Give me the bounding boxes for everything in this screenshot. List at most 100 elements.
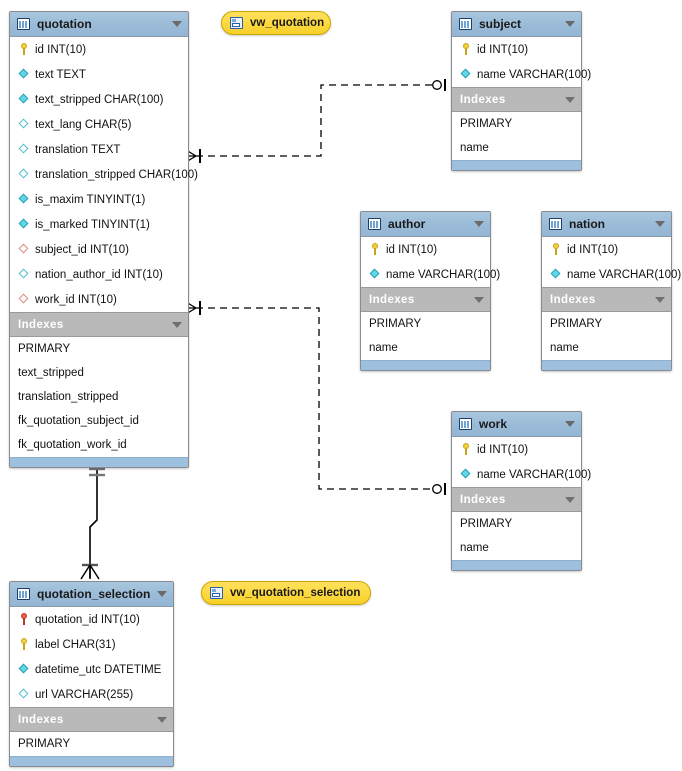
column-row[interactable]: name VARCHAR(100) [361,262,500,287]
chevron-down-icon[interactable] [172,21,182,27]
index-row[interactable]: name [452,536,581,560]
column-notnull-icon [550,268,563,281]
indexes-header-author[interactable]: Indexes [361,287,490,312]
column-row[interactable]: id INT(10) [542,237,671,262]
index-row[interactable]: name [361,336,490,360]
column-row[interactable]: text_lang CHAR(5) [10,112,188,137]
column-row[interactable]: work_id INT(10) [10,287,188,312]
column-null-icon [18,143,31,156]
table-footer [10,457,188,467]
index-row[interactable]: PRIMARY [10,337,188,361]
column-notnull-icon [460,68,473,81]
index-row[interactable]: PRIMARY [452,112,581,136]
column-row[interactable]: datetime_utc DATETIME [10,657,173,682]
chevron-down-icon[interactable] [172,321,182,328]
column-row[interactable]: id INT(10) [361,237,490,262]
primary-key-icon [460,443,473,456]
table-header-quotation[interactable]: quotation [10,12,188,37]
column-null-icon [18,168,31,181]
column-row[interactable]: is_maxim TINYINT(1) [10,187,188,212]
index-row[interactable]: PRIMARY [10,732,173,756]
column-row[interactable]: translation_stripped CHAR(100) [10,162,198,187]
table-title: subject [479,17,522,31]
table-header-subject[interactable]: subject [452,12,581,37]
column-row[interactable]: url VARCHAR(255) [10,682,173,707]
index-row[interactable]: name [542,336,671,360]
column-label: datetime_utc DATETIME [35,663,162,676]
indexes-header-nation[interactable]: Indexes [542,287,671,312]
column-list: quotation_id INT(10) label CHAR(31) dateti… [10,607,173,707]
view-node-vw_quotation[interactable]: vw_quotation [221,11,331,35]
chevron-down-icon[interactable] [157,716,167,723]
column-row[interactable]: id INT(10) [452,37,581,62]
chevron-down-icon[interactable] [655,296,665,303]
index-row[interactable]: fk_quotation_subject_id [10,409,188,433]
indexes-header-subject[interactable]: Indexes [452,87,581,112]
table-node-quotation[interactable]: quotation id INT(10) text TEXT text_strippe… [9,11,198,468]
view-icon [210,587,223,599]
eer-diagram-canvas[interactable]: quotation id INT(10) text TEXT text_strippe… [0,0,682,771]
column-row[interactable]: subject_id INT(10) [10,237,188,262]
view-node-vw_quotation_selection[interactable]: vw_quotation_selection [201,581,371,605]
indexes-header-quotation_selection[interactable]: Indexes [10,707,173,732]
indexes-label: Indexes [18,318,64,331]
column-row[interactable]: name VARCHAR(100) [542,262,681,287]
table-header-nation[interactable]: nation [542,212,671,237]
table-node-work[interactable]: work id INT(10) name VARCHAR(100) Indexes PR… [451,411,591,571]
table-header-work[interactable]: work [452,412,581,437]
column-row[interactable]: translation TEXT [10,137,188,162]
foreign-key-icon [18,243,31,256]
table-icon [459,18,472,30]
column-row[interactable]: nation_author_id INT(10) [10,262,188,287]
index-row[interactable]: text_stripped [10,361,188,385]
indexes-label: Indexes [460,493,506,506]
column-label: id INT(10) [477,43,529,56]
table-header-quotation_selection[interactable]: quotation_selection [10,582,173,607]
index-row[interactable]: fk_quotation_work_id [10,433,188,457]
index-row[interactable]: PRIMARY [542,312,671,336]
table-node-nation[interactable]: nation id INT(10) name VARCHAR(100) Indexes… [541,211,681,371]
primary-key-icon [369,243,382,256]
column-row[interactable]: id INT(10) [452,437,581,462]
index-row[interactable]: translation_stripped [10,385,188,409]
chevron-down-icon[interactable] [157,591,167,597]
chevron-down-icon[interactable] [565,496,575,503]
index-row[interactable]: PRIMARY [361,312,490,336]
column-label: is_maxim TINYINT(1) [35,193,146,206]
index-list: PRIMARY name [361,312,490,360]
column-row[interactable]: name VARCHAR(100) [452,462,591,487]
indexes-header-quotation[interactable]: Indexes [10,312,188,337]
relationship-quotation-subject[interactable] [185,79,446,163]
table-footer [452,160,581,170]
chevron-down-icon[interactable] [565,421,575,427]
index-list: PRIMARY [10,732,173,756]
column-row[interactable]: id INT(10) [10,37,188,62]
table-icon [549,218,562,230]
column-row[interactable]: name VARCHAR(100) [452,62,591,87]
table-header-author[interactable]: author [361,212,490,237]
column-row[interactable]: quotation_id INT(10) [10,607,173,632]
relationship-quotation-quotation-selection[interactable] [80,462,105,580]
chevron-down-icon[interactable] [474,221,484,227]
indexes-header-work[interactable]: Indexes [452,487,581,512]
chevron-down-icon[interactable] [655,221,665,227]
indexes-label: Indexes [460,93,506,106]
column-null-icon [18,118,31,131]
table-node-quotation_selection[interactable]: quotation_selection quotation_id INT(10) l… [9,581,174,767]
view-title: vw_quotation [250,17,325,29]
chevron-down-icon[interactable] [474,296,484,303]
table-node-author[interactable]: author id INT(10) name VARCHAR(100) Indexes… [360,211,500,371]
table-footer [10,756,173,766]
column-row[interactable]: is_marked TINYINT(1) [10,212,188,237]
column-row[interactable]: text TEXT [10,62,188,87]
chevron-down-icon[interactable] [565,21,575,27]
table-node-subject[interactable]: subject id INT(10) name VARCHAR(100) Indexe… [451,11,591,171]
chevron-down-icon[interactable] [565,96,575,103]
column-label: quotation_id INT(10) [35,613,140,626]
column-null-icon [18,268,31,281]
index-row[interactable]: name [452,136,581,160]
index-row[interactable]: PRIMARY [452,512,581,536]
column-row[interactable]: label CHAR(31) [10,632,173,657]
column-row[interactable]: text_stripped CHAR(100) [10,87,188,112]
indexes-label: Indexes [369,293,415,306]
